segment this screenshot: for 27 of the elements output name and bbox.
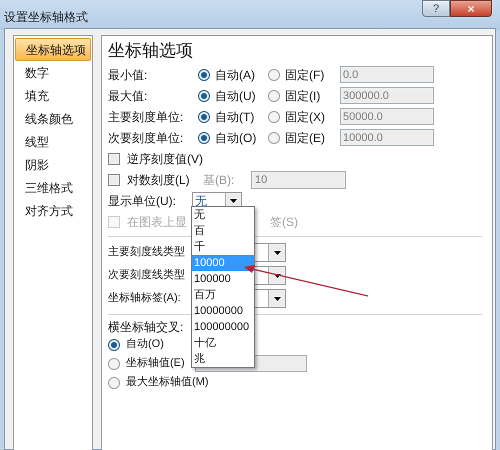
checkbox-label: 签(S): [270, 214, 298, 231]
field-label: 次要刻度单位:: [108, 130, 184, 146]
group-label: 横坐标轴交叉:: [108, 319, 184, 335]
radio-label: 自动(U): [215, 88, 257, 104]
checkbox-label: 在图表上显: [127, 214, 188, 231]
radio-label: 自动(O): [126, 337, 164, 352]
field-label: 显示单位(U):: [108, 193, 177, 210]
field-label: 最小值:: [108, 66, 148, 84]
field-label: 最大值:: [108, 88, 148, 104]
radio-label: 坐标轴值(E): [126, 356, 185, 372]
checkbox-label: 对数刻度(L): [127, 172, 191, 188]
field-label: 次要刻度线类型: [108, 268, 186, 284]
radio-label: 自动(A): [215, 66, 256, 84]
section-heading: 坐标轴选项: [108, 40, 194, 62]
field-label: 基(B):: [203, 172, 236, 188]
radio-label: 固定(E): [285, 130, 326, 146]
radio-label: 固定(X): [285, 108, 326, 126]
radio-label: 自动(O): [215, 130, 258, 146]
field-label: 主要刻度线类型: [108, 244, 186, 260]
field-label: 坐标轴标签(A):: [108, 291, 182, 306]
checkbox-label: 逆序刻度值(V): [127, 150, 203, 168]
radio-label: 最大坐标轴值(M): [126, 375, 208, 390]
field-label: 主要刻度单位:: [108, 108, 184, 126]
radio-label: 固定(I): [285, 88, 322, 104]
radio-label: 固定(F): [285, 66, 326, 84]
window-title: 设置坐标轴格式: [3, 9, 88, 26]
radio-label: 自动(T): [215, 108, 256, 126]
